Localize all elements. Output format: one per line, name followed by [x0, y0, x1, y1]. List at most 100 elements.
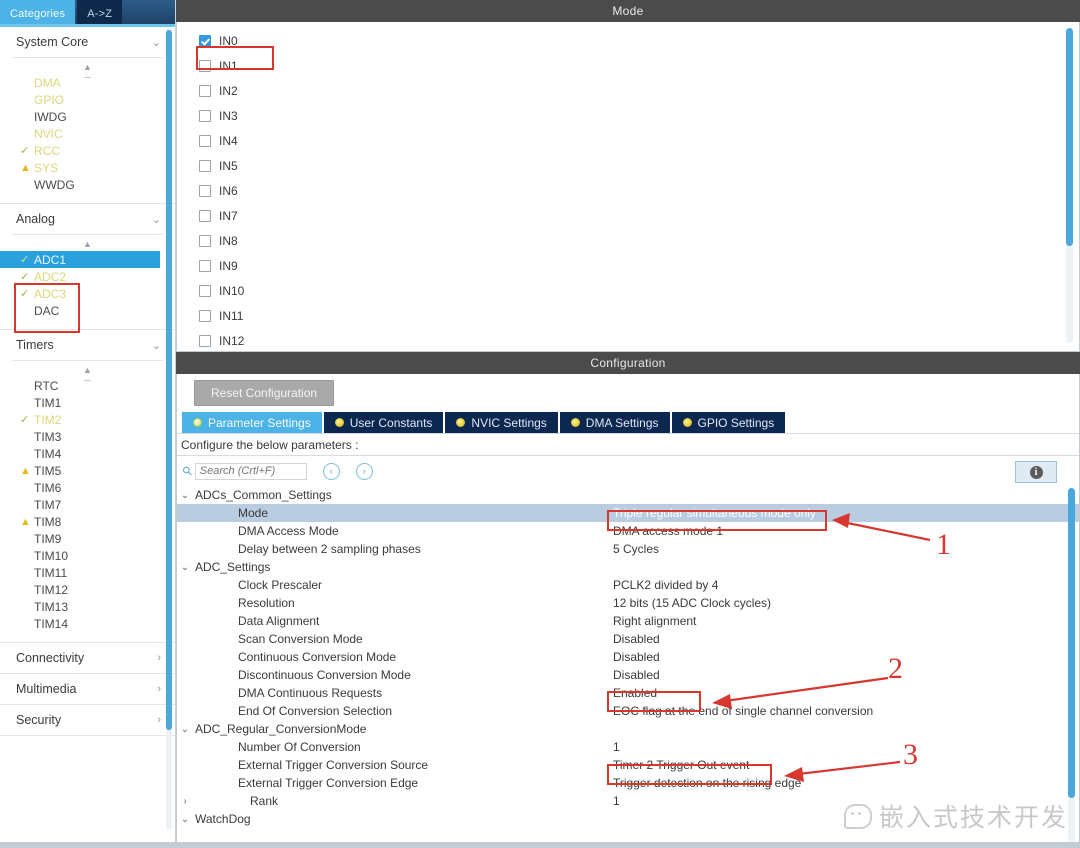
sidebar-item-rtc[interactable]: RTC: [0, 377, 175, 394]
sidebar-item-wwdg[interactable]: WWDG: [0, 176, 175, 193]
channel-row-in12[interactable]: IN12: [199, 328, 1079, 351]
channel-row-in9[interactable]: IN9: [199, 253, 1079, 278]
tab-gpio-settings[interactable]: GPIO Settings: [671, 412, 786, 433]
sidebar-item-tim5[interactable]: ▲ TIM5: [0, 462, 175, 479]
chevron-down-icon[interactable]: ⌄: [177, 724, 193, 735]
sidebar-item-tim1[interactable]: TIM1: [0, 394, 175, 411]
sidebar-item-adc3[interactable]: ✓ ADC3: [0, 285, 175, 302]
sidebar-item-tim13[interactable]: TIM13: [0, 598, 175, 615]
scroll-up-marker[interactable]: ▲─: [0, 365, 175, 385]
channel-row-in10[interactable]: IN10: [199, 278, 1079, 303]
checkbox-in10[interactable]: [199, 284, 211, 297]
info-button[interactable]: i: [1015, 461, 1057, 483]
sidebar-item-tim9[interactable]: TIM9: [0, 530, 175, 547]
sidebar-item-tim4[interactable]: TIM4: [0, 445, 175, 462]
search-prev-button[interactable]: ‹: [322, 462, 340, 480]
sidebar-item-tim8[interactable]: ▲ TIM8: [0, 513, 175, 530]
sidebar-scrollbar-thumb[interactable]: [166, 30, 172, 730]
checkbox-in1[interactable]: [199, 59, 211, 72]
parameter-tree[interactable]: ⌄ ADCs_Common_Settings Mode Triple regul…: [177, 486, 1079, 847]
channel-row-in1[interactable]: IN1: [199, 53, 1079, 78]
reset-configuration-button[interactable]: Reset Configuration: [194, 380, 335, 406]
sidebar-item-tim11[interactable]: TIM11: [0, 564, 175, 581]
table-row[interactable]: ⌄ ADCs_Common_Settings: [177, 486, 1079, 504]
table-row[interactable]: Data Alignment Right alignment: [177, 612, 1079, 630]
tab-parameter-settings[interactable]: Parameter Settings: [182, 412, 322, 433]
param-value[interactable]: 1: [613, 740, 620, 754]
param-value[interactable]: Right alignment: [613, 614, 696, 628]
checkbox-in4[interactable]: [199, 134, 211, 147]
channel-row-in3[interactable]: IN3: [199, 103, 1079, 128]
tab-a-to-z[interactable]: A->Z: [77, 0, 123, 27]
search-input[interactable]: [194, 462, 307, 480]
sidebar-item-dac[interactable]: DAC: [0, 302, 175, 319]
sidebar-group-header-connectivity[interactable]: Connectivity ›: [0, 643, 175, 673]
sidebar-item-gpio[interactable]: GPIO: [0, 91, 175, 108]
scroll-up-marker[interactable]: ▲─: [0, 62, 175, 82]
sidebar-group-header-security[interactable]: Security ›: [0, 705, 175, 735]
param-value[interactable]: 1: [613, 794, 620, 808]
checkbox-in11[interactable]: [199, 309, 211, 322]
chevron-down-icon[interactable]: ⌄: [177, 562, 193, 573]
channel-row-in5[interactable]: IN5: [199, 153, 1079, 178]
sidebar-item-tim2[interactable]: ✓ TIM2: [0, 411, 175, 428]
table-row[interactable]: External Trigger Conversion Source Timer…: [177, 756, 1079, 774]
param-value[interactable]: Enabled: [613, 686, 657, 700]
tab-dma-settings[interactable]: DMA Settings: [559, 412, 670, 433]
param-value[interactable]: Timer 2 Trigger Out event: [613, 758, 749, 772]
param-value[interactable]: EOC flag at the end of single channel co…: [613, 704, 873, 718]
param-value[interactable]: Disabled: [613, 632, 660, 646]
checkbox-in5[interactable]: [199, 159, 211, 172]
channel-row-in11[interactable]: IN11: [199, 303, 1079, 328]
param-value[interactable]: DMA access mode 1: [613, 524, 723, 538]
tab-categories[interactable]: Categories: [0, 0, 76, 27]
channel-row-in4[interactable]: IN4: [199, 128, 1079, 153]
param-value[interactable]: Disabled: [613, 668, 660, 682]
table-row[interactable]: ⌄ ADC_Regular_ConversionMode: [177, 720, 1079, 738]
checkbox-in2[interactable]: [199, 84, 211, 97]
param-value[interactable]: PCLK2 divided by 4: [613, 578, 718, 592]
table-row[interactable]: Resolution 12 bits (15 ADC Clock cycles): [177, 594, 1079, 612]
chevron-down-icon[interactable]: ⌄: [177, 814, 193, 825]
checkbox-in6[interactable]: [199, 184, 211, 197]
param-value[interactable]: Trigger detection on the rising edge: [613, 776, 801, 790]
sidebar-item-tim12[interactable]: TIM12: [0, 581, 175, 598]
checkbox-in9[interactable]: [199, 259, 211, 272]
param-value[interactable]: Triple regular simultaneous mode only: [613, 506, 816, 520]
chevron-right-icon[interactable]: ›: [177, 796, 193, 807]
channel-row-in8[interactable]: IN8: [199, 228, 1079, 253]
sidebar-group-header-system-core[interactable]: System Core ⌄: [0, 27, 175, 57]
checkbox-in3[interactable]: [199, 109, 211, 122]
table-row[interactable]: DMA Access Mode DMA access mode 1: [177, 522, 1079, 540]
table-row[interactable]: DMA Continuous Requests Enabled: [177, 684, 1079, 702]
checkbox-in7[interactable]: [199, 209, 211, 222]
table-row[interactable]: Delay between 2 sampling phases 5 Cycles: [177, 540, 1079, 558]
tab-nvic-settings[interactable]: NVIC Settings: [445, 412, 558, 433]
channel-row-in6[interactable]: IN6: [199, 178, 1079, 203]
table-row[interactable]: External Trigger Conversion Edge Trigger…: [177, 774, 1079, 792]
sidebar-group-header-timers[interactable]: Timers ⌄: [0, 330, 175, 360]
table-row[interactable]: Continuous Conversion Mode Disabled: [177, 648, 1079, 666]
param-value[interactable]: Disabled: [613, 650, 660, 664]
sidebar-item-tim14[interactable]: TIM14: [0, 615, 175, 632]
sidebar-item-tim7[interactable]: TIM7: [0, 496, 175, 513]
checkbox-in12[interactable]: [199, 334, 211, 347]
sidebar-item-dma[interactable]: DMA: [0, 74, 175, 91]
sidebar-group-header-multimedia[interactable]: Multimedia ›: [0, 674, 175, 704]
tree-scrollbar-thumb[interactable]: [1068, 488, 1075, 798]
table-row[interactable]: ⌄ ADC_Settings: [177, 558, 1079, 576]
scroll-up-marker[interactable]: ▲─: [0, 239, 175, 259]
table-row[interactable]: Scan Conversion Mode Disabled: [177, 630, 1079, 648]
sidebar-item-tim10[interactable]: TIM10: [0, 547, 175, 564]
sidebar-item-tim3[interactable]: TIM3: [0, 428, 175, 445]
sidebar-item-iwdg[interactable]: IWDG: [0, 108, 175, 125]
sidebar-group-header-analog[interactable]: Analog ⌄: [0, 204, 175, 234]
table-row[interactable]: Clock Prescaler PCLK2 divided by 4: [177, 576, 1079, 594]
sidebar-item-sys[interactable]: ▲ SYS: [0, 159, 175, 176]
channel-row-in0[interactable]: IN0: [199, 28, 1079, 53]
table-row[interactable]: Discontinuous Conversion Mode Disabled: [177, 666, 1079, 684]
sidebar-item-adc2[interactable]: ✓ ADC2: [0, 268, 175, 285]
sidebar-scroll-area[interactable]: System Core ⌄ ▲ ─ DMA GPIO IWDG NVIC ✓ RCC…: [0, 27, 175, 848]
table-row[interactable]: End Of Conversion Selection EOC flag at …: [177, 702, 1079, 720]
tab-user-constants[interactable]: User Constants: [323, 412, 444, 433]
